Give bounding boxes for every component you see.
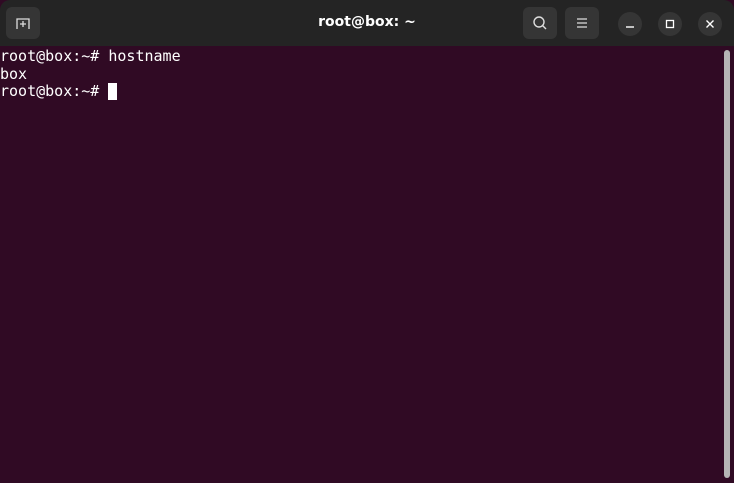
- minimize-button[interactable]: [618, 12, 642, 36]
- terminal-output[interactable]: root@box:~# hostname box root@box:~#: [0, 47, 181, 101]
- terminal-line: root@box:~# hostname: [0, 47, 181, 65]
- search-icon: [533, 16, 547, 30]
- hamburger-icon: [577, 18, 587, 28]
- maximize-icon: [665, 19, 675, 29]
- terminal-line: box: [0, 64, 28, 83]
- minimize-icon: [626, 26, 634, 28]
- scrollbar[interactable]: [724, 50, 730, 478]
- title-bar: root@box: ~: [0, 0, 734, 46]
- close-button[interactable]: [698, 12, 722, 36]
- cursor: [108, 83, 118, 100]
- search-button[interactable]: [523, 7, 557, 39]
- close-icon: [706, 20, 714, 28]
- prompt: root@box:~#: [0, 82, 109, 100]
- menu-button[interactable]: [565, 7, 599, 39]
- prompt-line: root@box:~#: [0, 82, 181, 101]
- maximize-button[interactable]: [658, 12, 682, 36]
